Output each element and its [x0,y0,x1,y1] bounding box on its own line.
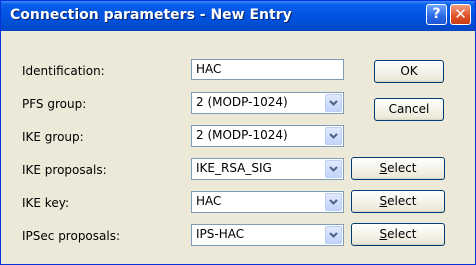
select-label: elect [387,194,417,208]
help-button[interactable]: ? [426,4,447,25]
chevron-down-icon [329,100,338,106]
ike-key-combo[interactable]: HAC [191,191,344,213]
window-title: Connection parameters - New Entry [10,7,292,23]
title-bar[interactable]: Connection parameters - New Entry ? ✕ [1,1,475,31]
select-accel-key: S [379,194,388,208]
ike-group-value: 2 (MODP-1024) [196,128,288,142]
help-icon: ? [432,6,441,22]
select-accel-key: S [379,161,388,175]
ipsec-proposals-combo[interactable]: IPS-HAC [191,224,344,246]
close-icon: ✕ [454,5,467,23]
ike-group-dropdown-button[interactable] [325,127,342,145]
ike-group-combo[interactable]: 2 (MODP-1024) [191,125,344,147]
chevron-down-icon [329,166,338,172]
select-label: elect [387,227,417,241]
ike-proposals-combo[interactable]: IKE_RSA_SIG [191,158,344,180]
ike-proposals-label: IKE proposals: [22,163,107,177]
chevron-down-icon [329,133,338,139]
ike-key-value: HAC [196,194,222,208]
ike-key-label: IKE key: [22,196,69,210]
ipsec-proposals-label: IPSec proposals: [22,229,121,243]
ike-proposals-value: IKE_RSA_SIG [196,161,272,175]
identification-field[interactable]: HAC [191,59,344,80]
ipsec-proposals-dropdown-button[interactable] [325,226,342,244]
ike-proposals-dropdown-button[interactable] [325,160,342,178]
pfs-group-dropdown-button[interactable] [325,94,342,112]
chevron-down-icon [329,232,338,238]
ike-key-dropdown-button[interactable] [325,193,342,211]
ok-button[interactable]: OK [374,60,444,83]
close-button[interactable]: ✕ [450,4,471,25]
ike-group-label: IKE group: [22,130,84,144]
pfs-group-label: PFS group: [22,97,87,111]
ike-key-select-button[interactable]: Select [351,190,445,213]
select-accel-key: S [379,227,388,241]
pfs-group-value: 2 (MODP-1024) [196,95,288,109]
cancel-button[interactable]: Cancel [374,98,444,121]
pfs-group-combo[interactable]: 2 (MODP-1024) [191,92,344,114]
identification-label: Identification: [22,64,105,78]
chevron-down-icon [329,199,338,205]
ipsec-proposals-value: IPS-HAC [196,227,245,241]
ike-proposals-select-button[interactable]: Select [351,157,445,180]
ipsec-proposals-select-button[interactable]: Select [351,223,445,246]
select-label: elect [387,161,417,175]
connection-parameters-dialog: Connection parameters - New Entry ? ✕ Id… [0,0,476,265]
